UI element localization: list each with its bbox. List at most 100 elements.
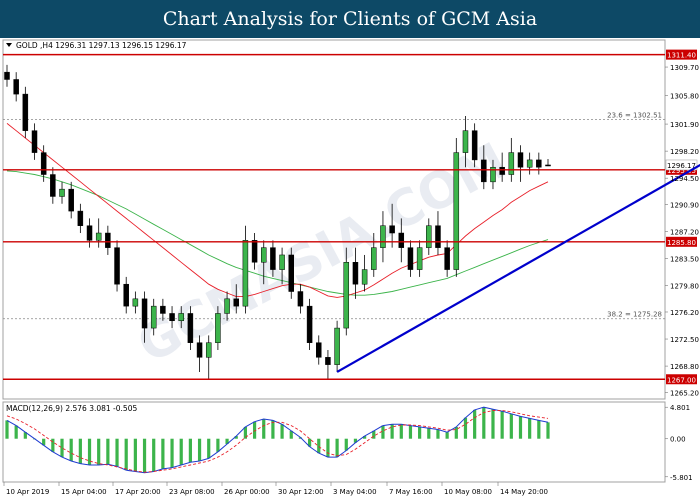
candle bbox=[306, 298, 313, 351]
macd-histogram-bar bbox=[326, 438, 330, 458]
symbol-info: GOLD ,H4 1296.31 1297.13 1296.15 1296.17 bbox=[16, 41, 187, 50]
candle-body bbox=[389, 225, 395, 234]
macd-histogram-bar bbox=[381, 425, 385, 439]
page-title: Chart Analysis for Clients of GCM Asia bbox=[0, 0, 700, 38]
macd-histogram-bar bbox=[197, 438, 202, 462]
candle-body bbox=[398, 232, 405, 248]
candle-body bbox=[334, 327, 340, 365]
macd-label: MACD(12,26,9) 2.576 3.081 -0.505 bbox=[6, 404, 137, 413]
macd-histogram-bar bbox=[546, 422, 550, 439]
macd-histogram-bar bbox=[518, 416, 523, 439]
macd-histogram-bar bbox=[262, 419, 266, 439]
candle bbox=[114, 240, 120, 292]
candle-body bbox=[123, 283, 129, 307]
price-tick-label: 1279.80 bbox=[670, 283, 699, 291]
macd-histogram-bar bbox=[161, 438, 165, 469]
macd-histogram-bar bbox=[188, 438, 192, 463]
candle-body bbox=[508, 152, 515, 175]
macd-histogram-bar bbox=[399, 424, 403, 439]
price-tick-label: 1301.90 bbox=[670, 121, 699, 129]
macd-histogram-bar bbox=[344, 438, 348, 451]
macd-histogram-bar bbox=[179, 438, 183, 465]
candle-body bbox=[343, 262, 350, 329]
macd-histogram-bar bbox=[445, 432, 449, 439]
candle-body bbox=[22, 93, 29, 131]
candle bbox=[453, 137, 460, 277]
macd-histogram-bar bbox=[436, 429, 440, 439]
time-tick-label: 30 Apr 12:00 bbox=[278, 488, 324, 496]
price-tick-label: 1290.90 bbox=[670, 202, 699, 210]
candle-body bbox=[178, 313, 184, 322]
candle-body bbox=[352, 262, 359, 285]
candle-body bbox=[233, 298, 239, 307]
candle-body bbox=[325, 357, 331, 365]
macd-tick-label: -5.801 bbox=[670, 474, 693, 482]
price-tick-label: 1305.80 bbox=[670, 93, 699, 101]
macd-histogram-bar bbox=[106, 438, 110, 465]
candle-body bbox=[260, 247, 267, 263]
candle-body bbox=[462, 130, 469, 153]
macd-histogram-bar bbox=[463, 417, 468, 439]
candle-body bbox=[132, 298, 139, 307]
candle-body bbox=[517, 152, 524, 168]
price-tick-label: 1272.50 bbox=[670, 336, 699, 344]
macd-histogram-bar bbox=[124, 438, 128, 471]
macd-tick-label: 0.00 bbox=[670, 436, 686, 444]
candle-body bbox=[435, 225, 441, 248]
candle-body bbox=[13, 79, 19, 95]
candle-body bbox=[471, 130, 478, 161]
candle-body bbox=[316, 342, 322, 358]
candle-body bbox=[444, 247, 450, 270]
macd-histogram-bar bbox=[78, 438, 82, 464]
macd-histogram-bar bbox=[69, 438, 73, 462]
candle-body bbox=[526, 159, 533, 168]
time-tick-label: 7 May 16:00 bbox=[389, 488, 433, 496]
price-tick-label: 1283.50 bbox=[670, 256, 699, 264]
macd-histogram-bar bbox=[335, 438, 339, 458]
candle-body bbox=[160, 305, 166, 314]
macd-histogram-bar bbox=[14, 425, 18, 439]
candle-body bbox=[371, 247, 377, 270]
candle-body bbox=[114, 247, 120, 285]
time-tick-label: 17 Apr 20:00 bbox=[115, 488, 161, 496]
candle-body bbox=[270, 247, 276, 270]
fibonacci-label: 38.2 = 1275.28 bbox=[607, 311, 662, 319]
candle-body bbox=[31, 130, 38, 153]
macd-histogram-bar bbox=[60, 438, 64, 458]
candle-body bbox=[105, 232, 111, 248]
candle-body bbox=[242, 240, 249, 307]
price-tick-label: 1287.20 bbox=[670, 229, 699, 237]
candle-body bbox=[380, 225, 386, 248]
candle-body bbox=[215, 313, 221, 343]
time-tick-label: 15 Apr 04:00 bbox=[61, 488, 107, 496]
macd-histogram-bar bbox=[473, 409, 477, 439]
candle-body bbox=[4, 71, 10, 80]
price-chart: GCMASIA.COM 23.6 = 1302.5138.2 = 1275.28… bbox=[0, 38, 700, 500]
macd-histogram-bar bbox=[509, 413, 513, 439]
time-tick-label: 10 Apr 2019 bbox=[6, 488, 49, 496]
price-tick-label: 1309.70 bbox=[670, 64, 699, 72]
candle-body bbox=[187, 313, 194, 343]
level-label: 1285.80 bbox=[667, 239, 696, 247]
candle-body bbox=[251, 240, 258, 263]
macd-histogram-bar bbox=[5, 420, 9, 439]
candle bbox=[22, 86, 29, 138]
candle-body bbox=[416, 247, 423, 270]
candle-body bbox=[40, 152, 47, 175]
time-tick-label: 26 Apr 00:00 bbox=[224, 488, 270, 496]
candle-body bbox=[224, 298, 230, 314]
macd-histogram-bar bbox=[418, 426, 422, 439]
price-tick-label: 1276.20 bbox=[670, 309, 699, 317]
candle-body bbox=[150, 305, 157, 329]
price-tick-label: 1265.20 bbox=[670, 389, 699, 397]
macd-histogram-bar bbox=[317, 438, 321, 454]
candle-body bbox=[95, 232, 102, 241]
candle-body bbox=[279, 254, 285, 270]
macd-histogram-bar bbox=[142, 438, 147, 473]
macd-histogram-bar bbox=[528, 418, 532, 439]
level-label: 1311.40 bbox=[667, 52, 696, 60]
candle-body bbox=[288, 254, 295, 292]
candle-body bbox=[545, 164, 551, 167]
candle-body bbox=[426, 225, 432, 248]
macd-histogram-bar bbox=[491, 409, 495, 439]
